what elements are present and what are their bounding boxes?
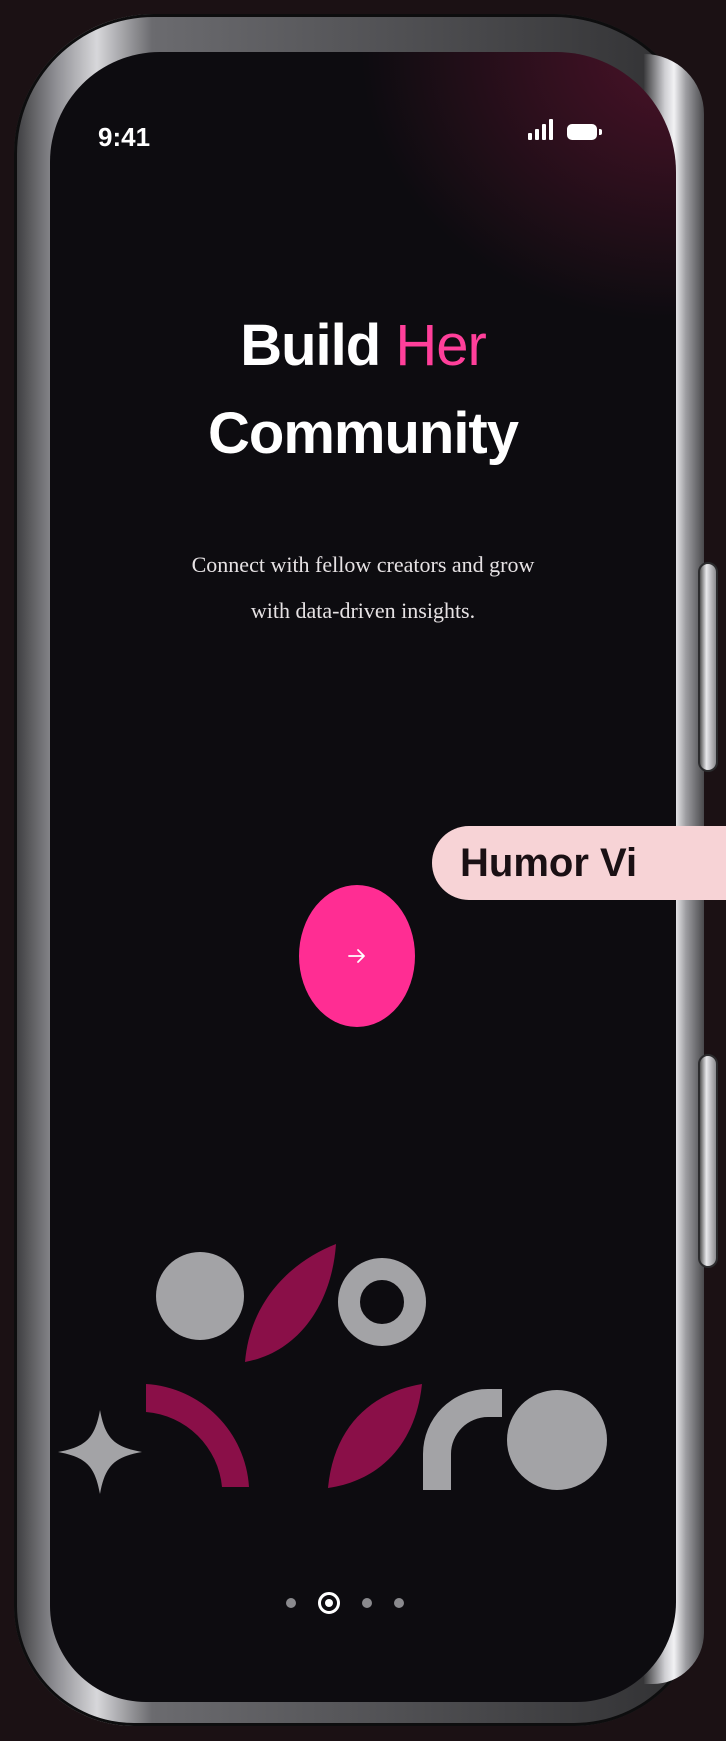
humor-badge: Humor Vi <box>432 826 726 900</box>
subtitle-line2: with data-driven insights. <box>250 598 476 623</box>
pagination-dot-active[interactable] <box>318 1592 340 1614</box>
pagination-dot[interactable] <box>286 1598 296 1608</box>
volume-up-button <box>698 562 718 772</box>
magenta-leaf-shape <box>245 1244 336 1362</box>
title-accent: Her <box>395 313 486 378</box>
humor-badge-label: Humor Vi <box>460 840 638 885</box>
status-time: 9:41 <box>98 122 151 152</box>
page-title: Build Her Community <box>50 302 676 478</box>
status-icons <box>528 118 602 140</box>
pagination-dot[interactable] <box>362 1598 372 1608</box>
magenta-arc-shape <box>146 1384 249 1487</box>
title-part2: Community <box>208 401 519 466</box>
title-part1: Build <box>240 313 396 378</box>
sparkle-shape <box>58 1410 142 1494</box>
volume-down-button <box>698 1054 718 1268</box>
pagination-dot[interactable] <box>394 1598 404 1608</box>
arrow-right-icon <box>348 949 365 963</box>
gray-arc-shape <box>423 1389 502 1490</box>
gray-circle-shape <box>156 1252 244 1340</box>
decorative-shapes <box>58 1244 607 1494</box>
gray-ring-shape <box>338 1258 426 1346</box>
subtitle-line1: Connect with fellow creators and grow <box>191 552 535 577</box>
subtitle: Connect with fellow creators and grow wi… <box>50 542 676 634</box>
magenta-leaf-shape-2 <box>328 1384 422 1488</box>
next-button[interactable] <box>299 885 415 1027</box>
battery-icon <box>567 124 602 140</box>
signal-icon <box>528 118 553 140</box>
pagination-dots <box>286 1592 404 1614</box>
gray-circle-shape-2 <box>507 1390 607 1490</box>
